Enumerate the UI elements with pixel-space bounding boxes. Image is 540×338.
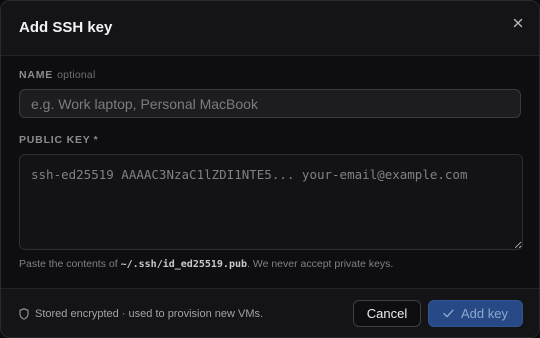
check-icon	[443, 309, 454, 318]
hint-suffix: . We never accept private keys.	[247, 258, 394, 270]
dialog-footer: Stored encrypted · used to provision new…	[1, 288, 539, 337]
hint-key-path: ~/.ssh/id_ed25519.pub	[120, 259, 248, 270]
cancel-button[interactable]: Cancel	[353, 300, 421, 327]
add-key-button[interactable]: Add key	[428, 300, 523, 327]
close-button[interactable]	[509, 14, 527, 32]
public-key-label-text: PUBLIC KEY	[19, 134, 91, 146]
hint-prefix: Paste the contents of	[19, 258, 121, 270]
name-label: NAME optional	[19, 69, 96, 81]
public-key-label: PUBLIC KEY *	[19, 134, 98, 146]
close-icon	[513, 18, 523, 28]
cancel-button-label: Cancel	[366, 306, 408, 321]
dialog-title: Add SSH key	[19, 19, 113, 36]
storage-note: Stored encrypted · used to provision new…	[19, 308, 263, 320]
dialog-header: Add SSH key	[1, 1, 539, 56]
paste-hint: Paste the contents of ~/.ssh/id_ed25519.…	[19, 258, 393, 270]
add-ssh-key-dialog: Add SSH key NAMEoptional PUBLIC KEY* Pas…	[0, 0, 540, 338]
storage-note-text: Stored encrypted · used to provision new…	[35, 308, 264, 320]
shield-icon	[19, 308, 29, 320]
name-label-text: NAME	[19, 69, 54, 81]
optional-tag: optional	[57, 69, 96, 81]
add-key-button-label: Add key	[461, 306, 508, 321]
public-key-textarea[interactable]	[19, 154, 523, 250]
name-input[interactable]	[19, 89, 521, 118]
required-marker: *	[93, 134, 99, 146]
